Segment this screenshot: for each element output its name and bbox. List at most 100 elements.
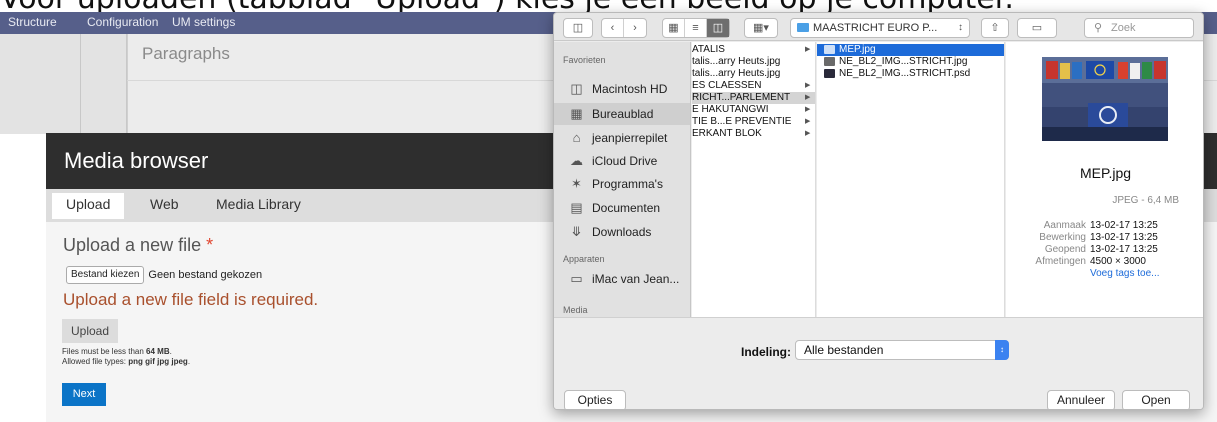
meta-label-opened: Geopend xyxy=(1044,244,1086,255)
back-icon[interactable]: ‹ xyxy=(602,19,624,37)
image-file-icon xyxy=(824,57,835,66)
chevron-updown-icon: ↕ xyxy=(995,340,1009,360)
help-size-suffix: . xyxy=(169,347,172,356)
list-item[interactable]: ERKANT BLOK ▶ xyxy=(692,128,815,140)
meta-label-dimensions: Afmetingen xyxy=(1035,256,1086,267)
help-size-value: 64 MB xyxy=(146,347,170,356)
file-item[interactable]: NE_BL2_IMG...STRICHT.jpg xyxy=(817,56,1004,68)
add-tags-link[interactable]: Voeg tags toe... xyxy=(1090,268,1160,279)
share-icon[interactable]: ⇧ xyxy=(981,18,1009,38)
preview-pane: MEP.jpg JPEG - 6,4 MB Aanmaak 13-02-17 1… xyxy=(1006,42,1203,317)
nav-structure[interactable]: Structure xyxy=(8,15,57,29)
forward-icon[interactable]: › xyxy=(624,19,646,37)
sidebar-item-downloads[interactable]: ⤋ Downloads xyxy=(554,221,690,243)
item-label: E HAKUTANGWI xyxy=(692,104,769,115)
divider xyxy=(80,34,81,134)
choose-file-button[interactable]: Bestand kiezen xyxy=(66,266,145,284)
sidebar-item-label: jeanpierrepilet xyxy=(592,131,668,145)
chevron-right-icon: ▶ xyxy=(805,130,811,137)
sidebar-item-label: Macintosh HD xyxy=(592,82,668,96)
meta-label-created: Aanmaak xyxy=(1043,220,1086,231)
error-message: Upload a new file field is required. xyxy=(63,290,319,309)
preview-file-type: JPEG - 6,4 MB xyxy=(1112,195,1179,206)
image-file-icon xyxy=(824,45,835,54)
meta-label-modified: Bewerking xyxy=(1039,232,1086,243)
list-item[interactable]: talis...arry Heuts.jpg xyxy=(692,56,815,68)
downloads-icon: ⤋ xyxy=(571,224,582,239)
dialog-toolbar: ◫ ‹ › ▦ ≡ ◫ ▦▾ MAASTRICHT EURO P... ↕ ⇧ … xyxy=(554,13,1203,41)
hard-drive-icon: ◫ xyxy=(570,81,583,96)
file-item-selected[interactable]: MEP.jpg xyxy=(817,44,1004,56)
format-select[interactable]: Alle bestanden ↕ xyxy=(795,340,1009,360)
sidebar-item-documenten[interactable]: ▤ Documenten xyxy=(554,197,690,219)
tab-web[interactable]: Web xyxy=(136,193,193,219)
screenshot: Voor uploaden (tabblad "Upload") kies je… xyxy=(0,0,1217,422)
list-item[interactable]: ATALIS ▶ xyxy=(692,44,815,56)
nav-configuration[interactable]: Configuration xyxy=(87,15,158,29)
applications-icon: ✶ xyxy=(571,176,582,191)
sidebar-item-imac[interactable]: ▭ iMac van Jean... xyxy=(554,268,690,290)
sidebar-item-bureaublad[interactable]: ▦ Bureaublad xyxy=(554,103,690,125)
psd-file-icon xyxy=(824,69,835,78)
sidebar-item-home[interactable]: ⌂ jeanpierrepilet xyxy=(554,127,690,149)
sidebar-toggle-icon[interactable]: ◫ xyxy=(563,18,593,38)
path-label: MAASTRICHT EURO P... xyxy=(813,22,938,34)
sidebar-item-label: Programma's xyxy=(592,177,663,191)
upload-field-label: Upload a new file * xyxy=(63,235,213,256)
chevron-right-icon: ▶ xyxy=(805,82,811,89)
sidebar-item-label: Bureaublad xyxy=(592,107,654,121)
desktop-icon: ▦ xyxy=(570,106,583,121)
search-input[interactable]: ⚲ Zoek xyxy=(1084,18,1194,38)
media-header: Media xyxy=(563,305,588,315)
help-types-prefix: Allowed file types: xyxy=(62,357,129,366)
sidebar-item-label: iMac van Jean... xyxy=(592,272,680,286)
item-label: talis...arry Heuts.jpg xyxy=(692,68,781,79)
preview-thumbnail xyxy=(1042,57,1168,141)
upload-button[interactable]: Upload xyxy=(62,319,118,343)
item-label: ERKANT BLOK xyxy=(692,128,762,139)
sidebar-item-icloud-drive[interactable]: ☁ iCloud Drive xyxy=(554,150,690,172)
tab-media-library[interactable]: Media Library xyxy=(202,193,315,219)
list-view-icon[interactable]: ≡ xyxy=(685,19,707,37)
list-item[interactable]: TIE B...E PREVENTIE ▶ xyxy=(692,116,815,128)
folder-icon xyxy=(797,23,809,32)
next-button[interactable]: Next xyxy=(62,383,106,406)
chevron-updown-icon: ↕ xyxy=(958,22,963,33)
list-item-selected[interactable]: RICHT...PARLEMENT ▶ xyxy=(692,92,815,104)
icon-view-icon[interactable]: ▦ xyxy=(663,19,685,37)
media-browser-title: Media browser xyxy=(64,148,209,173)
view-mode-buttons: ▦ ≡ ◫ xyxy=(662,18,730,38)
item-label: RICHT...PARLEMENT xyxy=(692,92,791,103)
options-button[interactable]: Opties xyxy=(564,390,626,409)
open-button[interactable]: Open xyxy=(1122,390,1190,409)
list-item[interactable]: talis...arry Heuts.jpg xyxy=(692,68,815,80)
path-dropdown[interactable]: MAASTRICHT EURO P... ↕ xyxy=(790,18,970,38)
list-item[interactable]: E HAKUTANGWI ▶ xyxy=(692,104,815,116)
cloud-icon: ☁ xyxy=(570,153,583,168)
sidebar-item-macintosh-hd[interactable]: ◫ Macintosh HD xyxy=(554,78,690,100)
parliament-photo-icon xyxy=(1042,57,1168,141)
computer-icon: ▭ xyxy=(570,271,583,286)
documents-icon: ▤ xyxy=(570,200,583,215)
sidebar-item-label: iCloud Drive xyxy=(592,154,658,168)
tab-upload[interactable]: Upload xyxy=(52,193,125,219)
item-label: talis...arry Heuts.jpg xyxy=(692,56,781,67)
item-label: ES CLAESSEN xyxy=(692,80,762,91)
file-item[interactable]: NE_BL2_IMG...STRICHT.psd xyxy=(817,68,1004,80)
arrange-menu-icon[interactable]: ▦▾ xyxy=(744,18,778,38)
help-size-prefix: Files must be less than xyxy=(62,347,147,356)
sidebar-item-programmas[interactable]: ✶ Programma's xyxy=(554,173,690,195)
cancel-button[interactable]: Annuleer xyxy=(1047,390,1115,409)
nav-um-settings[interactable]: UM settings xyxy=(172,15,235,29)
tags-icon[interactable]: ▭ xyxy=(1017,18,1057,38)
item-label: NE_BL2_IMG...STRICHT.psd xyxy=(839,68,971,79)
devices-header: Apparaten xyxy=(563,254,605,264)
list-item[interactable]: ES CLAESSEN ▶ xyxy=(692,80,815,92)
column-view-icon[interactable]: ◫ xyxy=(707,19,729,37)
meta-value-created: 13-02-17 13:25 xyxy=(1090,220,1158,231)
sidebar-item-label: Downloads xyxy=(592,225,652,239)
upload-label-text: Upload a new file xyxy=(63,235,202,255)
format-label: Indeling: xyxy=(741,345,791,359)
chevron-right-icon: ▶ xyxy=(805,94,811,101)
favorites-header: Favorieten xyxy=(563,55,606,65)
